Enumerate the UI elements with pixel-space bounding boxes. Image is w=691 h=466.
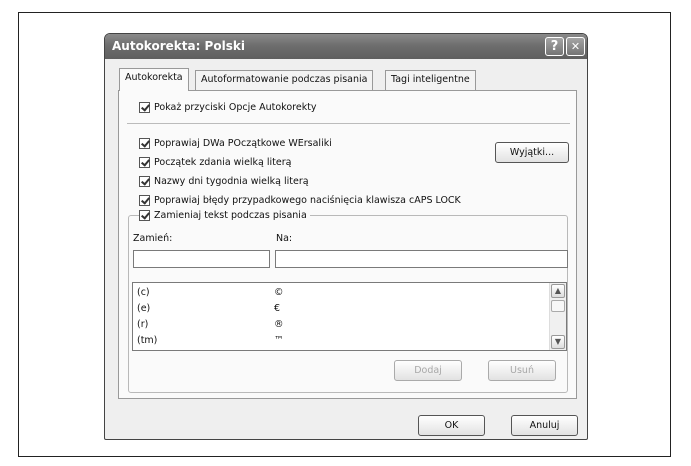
chevron-down-icon[interactable]: ▼ <box>551 335 565 349</box>
two-initial-caps-checkbox[interactable]: Poprawiaj DWa POczątkowe WErsaliki <box>139 136 332 150</box>
checkbox-checked-icon <box>139 194 150 206</box>
list-item-to: © <box>274 287 284 298</box>
checkbox-checked-icon <box>139 156 150 168</box>
sentence-capital-checkbox[interactable]: Początek zdania wielką literą <box>139 155 291 169</box>
delete-button[interactable]: Usuń <box>488 360 556 381</box>
checkbox-checked-icon <box>139 101 150 113</box>
replacement-list[interactable]: (c) © (e) € (r) ® (tm) ™ ▲ ▼ <box>132 282 567 351</box>
autocorrect-dialog: Autokorekta: Polski ? ✕ Autokorekta Auto… <box>104 33 588 440</box>
list-item-from: (c) <box>137 287 150 298</box>
chevron-up-icon[interactable]: ▲ <box>551 284 565 298</box>
ok-button[interactable]: OK <box>418 415 485 436</box>
divider <box>127 123 570 124</box>
cancel-button[interactable]: Anuluj <box>511 415 578 436</box>
list-item-from: (tm) <box>137 335 158 346</box>
tab-smart-tags[interactable]: Tagi inteligentne <box>385 70 476 90</box>
tab-autocorrect[interactable]: Autokorekta <box>119 68 189 91</box>
replace-input[interactable] <box>133 250 270 268</box>
caps-lock-checkbox[interactable]: Poprawiaj błędy przypadkowego naciśnięci… <box>139 193 461 207</box>
list-item-to: € <box>274 303 281 314</box>
help-button[interactable]: ? <box>545 37 564 56</box>
caps-lock-label: Poprawiaj błędy przypadkowego naciśnięci… <box>154 194 461 206</box>
dialog-title: Autokorekta: Polski <box>112 39 245 53</box>
scroll-thumb[interactable] <box>551 300 565 312</box>
list-item[interactable]: (e) € <box>133 301 547 316</box>
checkbox-checked-icon <box>139 137 150 149</box>
with-input[interactable] <box>275 250 568 268</box>
list-item-to: ™ <box>274 335 284 346</box>
checkbox-checked-icon <box>139 175 150 187</box>
day-names-label: Nazwy dni tygodnia wielką literą <box>154 175 309 187</box>
list-item[interactable]: (tm) ™ <box>133 333 547 348</box>
list-scrollbar[interactable]: ▲ ▼ <box>549 283 566 350</box>
add-button[interactable]: Dodaj <box>394 360 462 381</box>
list-item[interactable]: (c) © <box>133 285 547 300</box>
exceptions-button[interactable]: Wyjątki... <box>495 142 569 163</box>
replace-text-checkbox[interactable]: Zamieniaj tekst podczas pisania <box>139 208 310 222</box>
tab-panel: Pokaż przyciski Opcje Autokorekty Popraw… <box>118 90 577 399</box>
tab-autoformat[interactable]: Autoformatowanie podczas pisania <box>195 70 374 90</box>
show-buttons-label: Pokaż przyciski Opcje Autokorekty <box>154 101 317 113</box>
replace-label: Zamień: <box>133 233 173 244</box>
replace-text-label: Zamieniaj tekst podczas pisania <box>154 209 307 221</box>
list-item[interactable]: (r) ® <box>133 317 547 332</box>
list-item-to: ® <box>274 319 284 330</box>
list-item-from: (r) <box>137 319 149 330</box>
checkbox-checked-icon <box>139 209 150 221</box>
day-names-checkbox[interactable]: Nazwy dni tygodnia wielką literą <box>139 174 309 188</box>
list-item-from: (e) <box>137 303 151 314</box>
show-buttons-checkbox[interactable]: Pokaż przyciski Opcje Autokorekty <box>139 100 317 114</box>
sentence-capital-label: Początek zdania wielką literą <box>154 156 292 168</box>
two-initial-caps-label: Poprawiaj DWa POczątkowe WErsaliki <box>154 137 332 149</box>
title-bar[interactable]: Autokorekta: Polski ? ✕ <box>105 34 587 59</box>
with-label: Na: <box>276 233 293 244</box>
close-button[interactable]: ✕ <box>566 37 585 56</box>
